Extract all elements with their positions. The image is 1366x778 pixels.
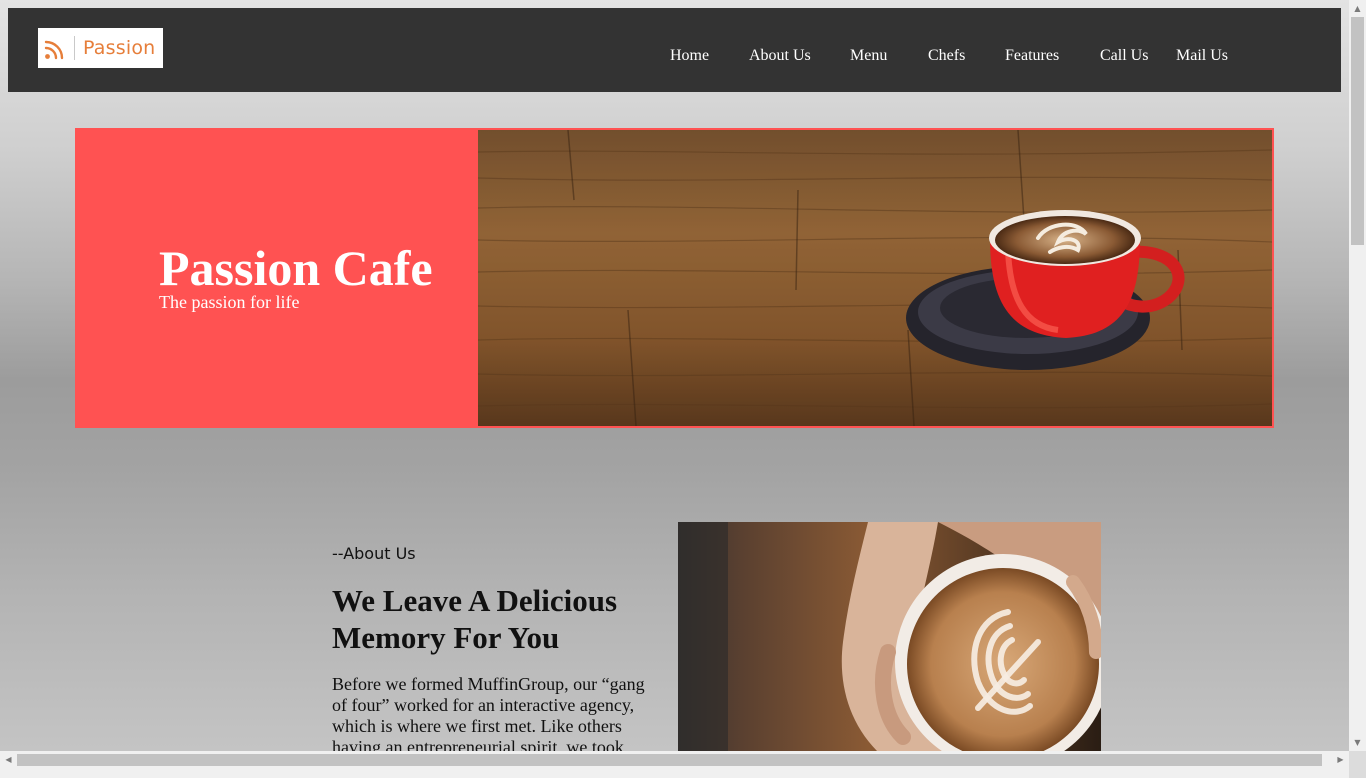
navbar: Passion Home About Us Menu Chefs Feature… <box>8 8 1341 92</box>
nav-link-menu[interactable]: Menu <box>850 47 887 65</box>
latte-art-image <box>678 522 1101 751</box>
nav-link-home[interactable]: Home <box>670 47 709 65</box>
vertical-scrollbar-thumb[interactable] <box>1351 17 1364 245</box>
hero-banner: Passion Cafe The passion for life <box>75 128 1274 428</box>
scroll-up-arrow-icon[interactable]: ▲ <box>1349 0 1366 17</box>
logo-text: Passion <box>83 37 156 59</box>
hero-text: Passion Cafe The passion for life <box>159 240 433 312</box>
horizontal-scrollbar-thumb[interactable] <box>17 754 1322 766</box>
nav-link-about-us[interactable]: About Us <box>749 47 811 65</box>
hero-coffee-image <box>478 130 1272 426</box>
hero-title: Passion Cafe <box>159 240 433 296</box>
nav-link-call-us[interactable]: Call Us <box>1100 47 1148 65</box>
scroll-right-arrow-icon[interactable]: ▶ <box>1332 751 1349 768</box>
logo-divider <box>74 36 75 60</box>
scroll-down-arrow-icon[interactable]: ▼ <box>1349 734 1366 751</box>
scrollbar-corner <box>1349 751 1366 778</box>
rss-feed-icon <box>44 40 64 60</box>
about-heading: We Leave A Delicious Memory For You <box>332 583 618 655</box>
logo[interactable]: Passion <box>38 28 163 68</box>
about-body-text: Before we formed MuffinGroup, our “gang … <box>332 674 645 751</box>
nav-link-mail-us[interactable]: Mail Us <box>1176 47 1228 65</box>
nav-link-chefs[interactable]: Chefs <box>928 47 965 65</box>
horizontal-scrollbar[interactable]: ◀ ▶ <box>0 751 1349 778</box>
nav-link-features[interactable]: Features <box>1005 47 1059 65</box>
vertical-scrollbar[interactable]: ▲ ▼ <box>1349 0 1366 751</box>
about-eyebrow: --About Us <box>332 544 416 563</box>
page-viewport: Passion Home About Us Menu Chefs Feature… <box>0 0 1349 751</box>
scroll-left-arrow-icon[interactable]: ◀ <box>0 751 17 768</box>
